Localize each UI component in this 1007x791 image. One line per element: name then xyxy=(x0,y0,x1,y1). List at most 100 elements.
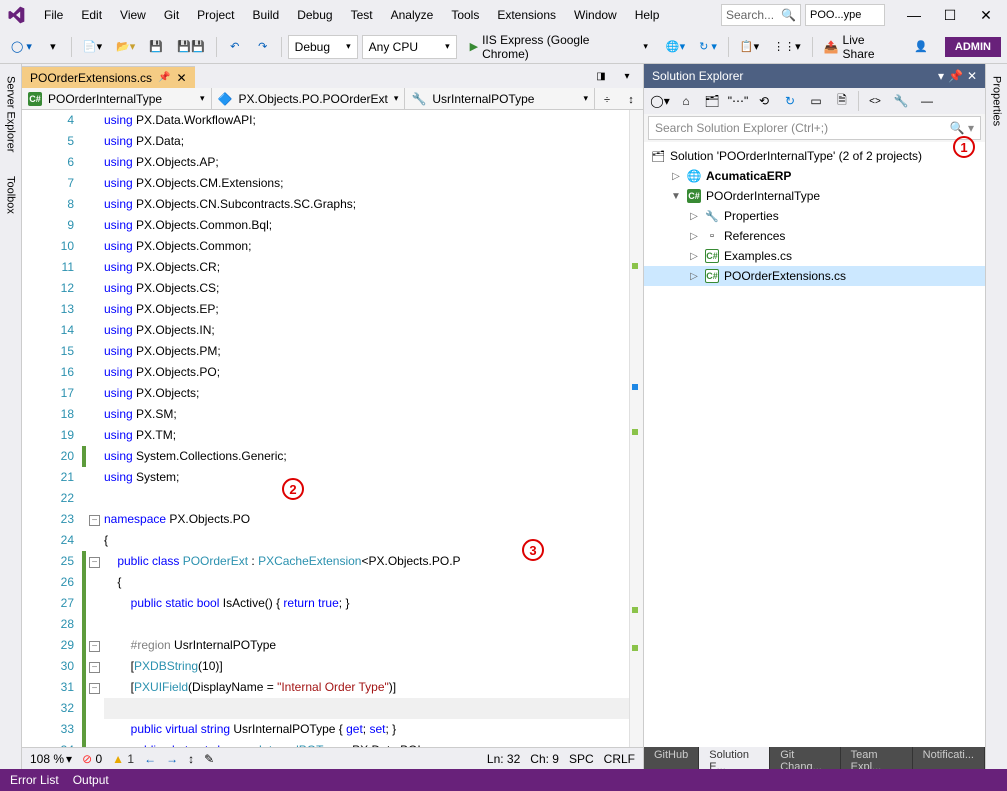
nav-class-combo[interactable]: 🔷 PX.Objects.PO.POOrderExt▾ xyxy=(212,88,406,109)
collapse-button[interactable]: ▭ xyxy=(804,90,828,112)
menu-file[interactable]: File xyxy=(36,4,71,26)
more-button[interactable]: — xyxy=(915,90,939,112)
panel-dropdown-icon[interactable]: ▾ xyxy=(938,69,944,83)
no-issues[interactable]: ⊘ 0 xyxy=(82,752,102,766)
right-tool-tabs: Properties xyxy=(985,64,1007,769)
pending-button[interactable]: "⋯" xyxy=(726,90,750,112)
char-indicator: Ch: 9 xyxy=(530,752,559,766)
close-tab-icon[interactable]: ✕ xyxy=(177,71,187,85)
properties-button[interactable]: 🔧 xyxy=(889,90,913,112)
find-button[interactable]: 📋▾ xyxy=(735,35,764,59)
menu-view[interactable]: View xyxy=(112,4,154,26)
document-tab-active[interactable]: POOrderExtensions.cs 📌 ✕ xyxy=(22,66,195,88)
menu-tools[interactable]: Tools xyxy=(443,4,487,26)
undo-button[interactable]: ↶ xyxy=(223,35,247,59)
solution-name-box[interactable]: POO...ype xyxy=(805,4,885,26)
tree-item[interactable]: ▷▫References xyxy=(644,226,985,246)
menu-project[interactable]: Project xyxy=(189,4,242,26)
save-all-button[interactable]: 💾💾 xyxy=(172,35,209,59)
back-button[interactable]: ◯ ▾ xyxy=(6,35,37,59)
close-button[interactable]: ✕ xyxy=(969,2,1003,28)
menu-extensions[interactable]: Extensions xyxy=(489,4,564,26)
config-combo[interactable]: Debug▾ xyxy=(288,35,358,59)
refresh-exp-button[interactable]: ↻ xyxy=(778,90,802,112)
menu-debug[interactable]: Debug xyxy=(289,4,340,26)
menu-test[interactable]: Test xyxy=(343,4,381,26)
tree-item[interactable]: ▷🔧Properties xyxy=(644,206,985,226)
preview-button[interactable]: ◨ xyxy=(589,64,613,88)
maximize-button[interactable]: ☐ xyxy=(933,2,967,28)
bottom-tab[interactable]: Solution E... xyxy=(699,747,770,769)
redo-button[interactable]: ↷ xyxy=(251,35,275,59)
pencil-icon[interactable]: ✎ xyxy=(204,752,214,766)
folder-view-button[interactable]: 🗂 xyxy=(700,90,724,112)
code-editor[interactable]: 4567891011121314151617181920212223242526… xyxy=(22,110,643,747)
nav-member-combo[interactable]: 🔧 UsrInternalPOType▾ xyxy=(405,88,595,109)
home-button[interactable]: ⌂ xyxy=(674,90,698,112)
feedback-button[interactable]: 👤 xyxy=(909,35,933,59)
home-dropdown[interactable]: ◯▾ xyxy=(648,90,672,112)
pin-icon[interactable]: 📌 xyxy=(158,72,170,83)
sync-button[interactable]: ⟲ xyxy=(752,90,776,112)
platform-combo[interactable]: Any CPU▾ xyxy=(362,35,457,59)
solution-tree[interactable]: 1 🗂Solution 'POOrderInternalType' (2 of … xyxy=(644,142,985,747)
code-button[interactable]: <> xyxy=(863,90,887,112)
forward-button[interactable]: ▾ xyxy=(41,35,65,59)
minimize-button[interactable]: — xyxy=(897,2,931,28)
menu-window[interactable]: Window xyxy=(566,4,625,26)
menu-git[interactable]: Git xyxy=(156,4,187,26)
nav-project-combo[interactable]: C# POOrderInternalType▾ xyxy=(22,88,212,109)
status-item[interactable]: Output xyxy=(73,773,109,787)
code-content[interactable]: using PX.Data.WorkflowAPI;using PX.Data;… xyxy=(104,110,629,747)
left-tool-tabs: Server Explorer Toolbox xyxy=(0,64,22,769)
new-project-button[interactable]: 📄▾ xyxy=(78,35,107,59)
left-tab-toolbox[interactable]: Toolbox xyxy=(3,168,19,222)
nav-next[interactable]: → xyxy=(166,752,178,766)
bottom-tab[interactable]: GitHub xyxy=(644,747,699,769)
refresh-button[interactable]: ↻ ▾ xyxy=(694,35,722,59)
warnings[interactable]: ▲ 1 xyxy=(112,752,134,766)
zoom-control[interactable]: 108 % ▾ xyxy=(30,752,72,766)
tree-item[interactable]: ▷C#POOrderExtensions.cs xyxy=(644,266,985,286)
search-icon: 🔍 ▾ xyxy=(950,121,974,135)
document-tab-label: POOrderExtensions.cs xyxy=(30,71,152,85)
start-debug-button[interactable]: ▶ IIS Express (Google Chrome) ▾ xyxy=(461,35,657,59)
bottom-tab[interactable]: Team Expl... xyxy=(841,747,913,769)
menu-build[interactable]: Build xyxy=(245,4,288,26)
tree-root[interactable]: 🗂Solution 'POOrderInternalType' (2 of 2 … xyxy=(644,146,985,166)
show-all-files-button[interactable]: 🗎 xyxy=(830,90,854,112)
properties-tab[interactable]: Properties xyxy=(989,68,1005,134)
browser-link-button[interactable]: 🌐▾ xyxy=(661,35,690,59)
overview-ruler xyxy=(629,110,643,747)
save-button[interactable]: 💾 xyxy=(144,35,168,59)
document-tabs: POOrderExtensions.cs 📌 ✕ ◨ ▾ xyxy=(22,64,643,88)
live-share-button[interactable]: 📤Live Share xyxy=(819,35,905,59)
open-button[interactable]: 📂▾ xyxy=(111,35,140,59)
indent-mode[interactable]: SPC xyxy=(569,752,594,766)
fold-margin: −−−−− xyxy=(88,110,104,747)
split-button[interactable]: ÷ xyxy=(595,88,619,112)
menu-edit[interactable]: Edit xyxy=(73,4,110,26)
play-icon: ▶ xyxy=(470,40,478,53)
main-toolbar: ◯ ▾ ▾ 📄▾ 📂▾ 💾 💾💾 ↶ ↷ Debug▾ Any CPU▾ ▶ I… xyxy=(0,30,1007,64)
search-input[interactable]: Search... 🔍 xyxy=(721,4,801,26)
line-ending[interactable]: CRLF xyxy=(604,752,635,766)
bottom-tab[interactable]: Git Chang... xyxy=(770,747,840,769)
explorer-search[interactable]: Search Solution Explorer (Ctrl+;) 🔍 ▾ xyxy=(648,116,981,140)
step-button[interactable]: ⋮⋮▾ xyxy=(768,35,806,59)
tree-item[interactable]: ▷C#Examples.cs xyxy=(644,246,985,266)
left-tab-server-explorer[interactable]: Server Explorer xyxy=(3,68,19,160)
nav-prev[interactable]: ← xyxy=(144,752,156,766)
menu-help[interactable]: Help xyxy=(627,4,668,26)
swap-button[interactable]: ↕ xyxy=(619,88,643,112)
sync-icon[interactable]: ↕ xyxy=(188,752,194,766)
menu-bar: FileEditViewGitProjectBuildDebugTestAnal… xyxy=(30,4,667,26)
tree-item[interactable]: ▷🌐AcumaticaERP xyxy=(644,166,985,186)
panel-close-icon[interactable]: ✕ xyxy=(967,69,977,83)
status-item[interactable]: Error List xyxy=(10,773,59,787)
panel-pin-icon[interactable]: 📌 xyxy=(948,69,963,83)
tree-item[interactable]: ▼C#POOrderInternalType xyxy=(644,186,985,206)
menu-analyze[interactable]: Analyze xyxy=(383,4,442,26)
bottom-tab[interactable]: Notificati... xyxy=(913,747,985,769)
tab-dropdown[interactable]: ▾ xyxy=(615,64,639,88)
